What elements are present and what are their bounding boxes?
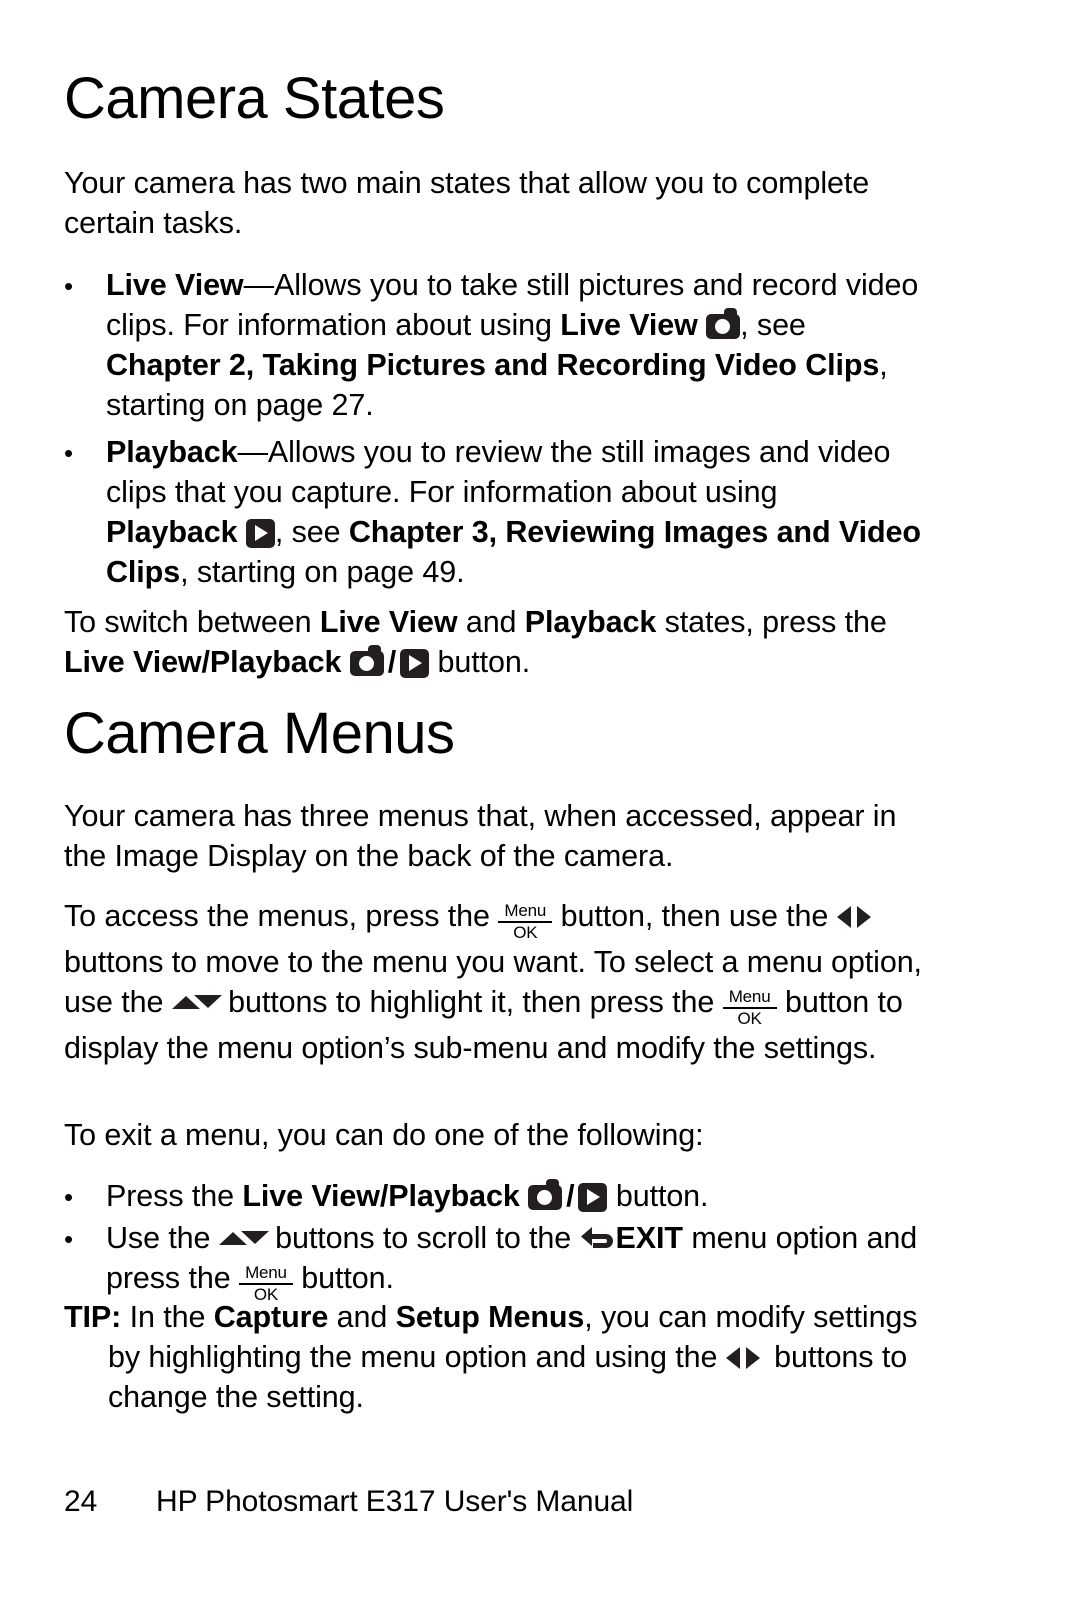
up-down-arrows-icon [171, 989, 222, 1015]
reference-chapter-2: Chapter 2, Taking Pictures and Recording… [106, 348, 880, 382]
exit-back-arrow-icon [580, 1224, 616, 1254]
down-arrow-icon [193, 995, 222, 1008]
menu-ok-bottom-label: OK [513, 923, 538, 942]
exit-b2-text-2: buttons to scroll to the [266, 1221, 580, 1255]
menu-ok-icon: Menu OK [498, 901, 553, 942]
page-number: 24 [64, 1485, 98, 1518]
access-text-2: button, then use the [552, 899, 837, 933]
access-menus-paragraph: To access the menus, press the Menu OK b… [64, 896, 944, 1068]
bullet-dot: • [64, 1224, 74, 1254]
exit-b2-text-1: Use the [106, 1221, 219, 1255]
menu-ok-icon: Menu OK [722, 987, 777, 1028]
left-arrow-icon [725, 1347, 740, 1369]
menu-ok-bottom-label: OK [737, 1009, 762, 1028]
switch-bold-live-view-playback: Live View/Playback [64, 645, 342, 679]
switch-text-1: To switch between [64, 605, 320, 639]
tip-label: TIP: [64, 1300, 122, 1334]
bullet-dot: • [64, 438, 74, 468]
switch-states-paragraph: To switch between Live View and Playback… [64, 602, 934, 682]
exit-menu-intro-paragraph: To exit a menu, you can do one of the fo… [64, 1118, 704, 1152]
down-arrow-icon [240, 1231, 269, 1244]
camera-states-intro-paragraph: Your camera has two main states that all… [64, 166, 870, 240]
bullet-dot: • [64, 1182, 74, 1212]
tip-bold-setup-menus: Setup Menus [395, 1300, 585, 1334]
tip-text-1: In the [121, 1300, 214, 1334]
exit-b1-bold-live-view-playback: Live View/Playback [242, 1179, 520, 1213]
term-live-view: Live View [106, 268, 244, 302]
term-live-view-2: Live View [560, 308, 698, 342]
em-dash: — [243, 268, 275, 302]
exit-b1-text-2: button. [607, 1179, 709, 1213]
playback-text-3: , starting on page 49. [180, 555, 465, 589]
slash-separator: / [387, 645, 397, 679]
camera-icon [349, 645, 384, 676]
playback-icon [578, 1183, 608, 1212]
up-down-arrows-icon [218, 1225, 269, 1251]
menu-ok-top-label: Menu [504, 901, 547, 920]
term-playback-2: Playback [106, 515, 238, 549]
tip-bold-capture: Capture [213, 1300, 329, 1334]
camera-icon [706, 308, 741, 339]
access-text-4: buttons to highlight it, then press the [219, 985, 723, 1019]
em-dash: — [237, 435, 268, 469]
switch-bold-live-view: Live View [319, 605, 458, 639]
list-item-use-arrows-exit: • Use the buttons to scroll to the EXIT … [64, 1218, 952, 1304]
left-arrow-icon [836, 906, 851, 928]
playback-text-2: , see [274, 515, 349, 549]
menu-ok-top-label: Menu [728, 987, 771, 1006]
exit-b1-text-1: Press the [106, 1179, 243, 1213]
footer-manual-title: HP Photosmart E317 User's Manual [156, 1485, 634, 1518]
page-footer: 24 HP Photosmart E317 User's Manual [64, 1483, 633, 1521]
switch-text-3: states, press the [656, 605, 887, 639]
switch-text-4: button. [429, 645, 531, 679]
tip-text-2: and [328, 1300, 396, 1334]
list-item-press-live-view-playback: • Press the Live View/Playback / button. [64, 1176, 944, 1216]
manual-page: Camera States Your camera has two main s… [0, 0, 1080, 1620]
camera-menus-intro-paragraph: Your camera has three menus that, when a… [64, 799, 897, 873]
right-arrow-icon [856, 906, 871, 928]
exit-b2-text-4: button. [292, 1261, 394, 1295]
slash-separator: / [566, 1179, 575, 1213]
list-item-playback: • Playback—Allows you to review the stil… [64, 432, 922, 592]
access-text-1: To access the menus, press the [64, 899, 499, 933]
playback-icon [245, 519, 275, 548]
page-title-camera-menus: Camera Menus [64, 701, 455, 766]
menu-ok-top-label: Menu [245, 1263, 287, 1282]
term-playback: Playback [106, 435, 238, 469]
bullet-dot: • [64, 271, 74, 301]
switch-text-2: and [457, 605, 525, 639]
live-view-text-2: , see [740, 308, 806, 342]
left-right-arrows-icon [836, 904, 877, 930]
tip-block: TIP: In the Capture and Setup Menus, you… [64, 1297, 944, 1417]
list-item-live-view: • Live View—Allows you to take still pic… [64, 265, 922, 425]
camera-icon [528, 1179, 563, 1210]
exit-bold-label: EXIT [615, 1221, 684, 1255]
right-arrow-icon [745, 1347, 760, 1369]
left-right-arrows-icon [725, 1345, 766, 1371]
playback-icon [400, 649, 430, 678]
switch-bold-playback: Playback [524, 605, 657, 639]
page-title-camera-states: Camera States [64, 66, 445, 131]
